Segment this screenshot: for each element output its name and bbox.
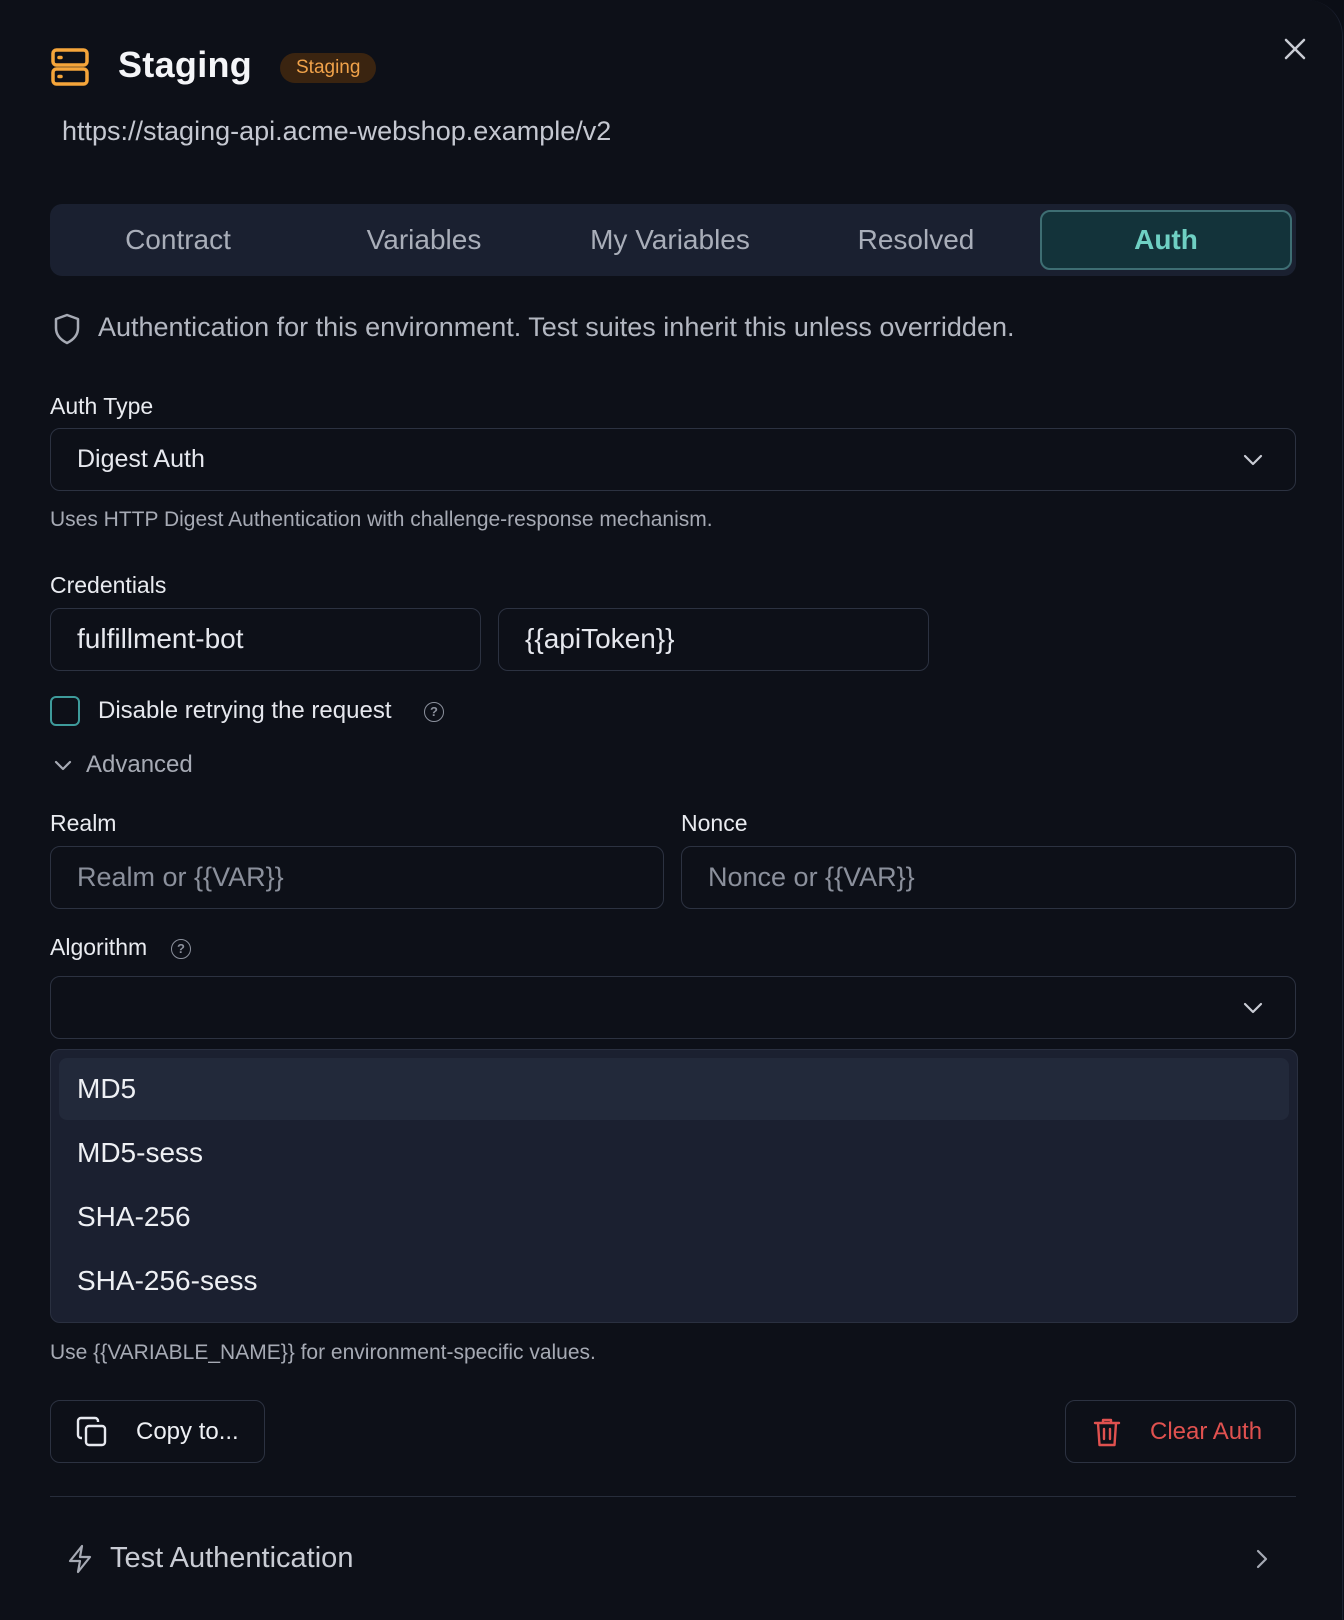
algorithm-option-md5[interactable]: MD5 [59,1058,1289,1120]
disable-retry-label: Disable retrying the request [98,697,392,724]
algorithm-option-sha-256-sess[interactable]: SHA-256-sess [59,1250,1289,1312]
realm-input[interactable]: Realm or {{VAR}} [50,846,664,909]
help-icon[interactable]: ? [171,939,191,959]
close-icon[interactable] [1280,34,1310,64]
trash-icon [1093,1418,1121,1447]
copy-to-button[interactable]: Copy to... [50,1400,265,1463]
advanced-toggle[interactable]: Advanced [86,751,193,779]
algorithm-option-sha-256[interactable]: SHA-256 [59,1186,1289,1248]
auth-info-text: Authentication for this environment. Tes… [98,312,1015,342]
algorithm-select[interactable] [50,976,1296,1039]
copy-icon [76,1416,107,1447]
page-title: Staging [118,44,253,85]
chevron-down-icon [1243,1002,1263,1014]
lightning-icon [68,1544,92,1574]
tab-bar: Contract Variables My Variables Resolved… [50,204,1296,276]
server-icon [51,48,89,86]
algorithm-dropdown: MD5 MD5-sess SHA-256 SHA-256-sess [50,1049,1298,1323]
environment-url: https://staging-api.acme-webshop.example… [62,116,612,146]
clear-auth-label: Clear Auth [1150,1418,1263,1445]
password-value: {{apiToken}} [525,623,675,654]
clear-auth-button[interactable]: Clear Auth [1065,1400,1296,1463]
environment-panel: Staging Staging https://staging-api.acme… [0,0,1343,1620]
auth-type-value: Digest Auth [77,445,205,473]
auth-type-label: Auth Type [50,393,154,419]
auth-type-select[interactable]: Digest Auth [50,428,1296,491]
username-value: fulfillment-bot [77,623,244,654]
tab-my-variables[interactable]: My Variables [548,210,792,270]
tab-auth[interactable]: Auth [1040,210,1292,270]
realm-label: Realm [50,810,117,836]
algorithm-label: Algorithm [50,934,148,960]
credentials-label: Credentials [50,572,167,598]
auth-type-help: Uses HTTP Digest Authentication with cha… [50,508,713,531]
tab-variables[interactable]: Variables [302,210,546,270]
help-icon[interactable]: ? [424,702,444,722]
algorithm-option-md5-sess[interactable]: MD5-sess [59,1122,1289,1184]
chevron-right-icon [1256,1549,1268,1569]
username-field[interactable]: fulfillment-bot [50,608,481,671]
copy-to-label: Copy to... [136,1418,239,1445]
nonce-input[interactable]: Nonce or {{VAR}} [681,846,1296,909]
chevron-down-icon [1243,454,1263,466]
nonce-label: Nonce [681,810,748,836]
test-authentication-label: Test Authentication [110,1542,354,1574]
nonce-placeholder: Nonce or {{VAR}} [708,862,915,892]
test-authentication-row[interactable]: Test Authentication [50,1522,1296,1600]
variable-hint: Use {{VARIABLE_NAME}} for environment-sp… [50,1341,596,1364]
realm-placeholder: Realm or {{VAR}} [77,862,284,892]
disable-retry-checkbox[interactable] [50,696,80,726]
tab-contract[interactable]: Contract [56,210,300,270]
tab-resolved[interactable]: Resolved [794,210,1038,270]
shield-icon [54,313,80,345]
chevron-down-icon[interactable] [53,759,73,772]
password-field[interactable]: {{apiToken}} [498,608,929,671]
divider [50,1496,1296,1497]
environment-badge: Staging [280,53,377,83]
